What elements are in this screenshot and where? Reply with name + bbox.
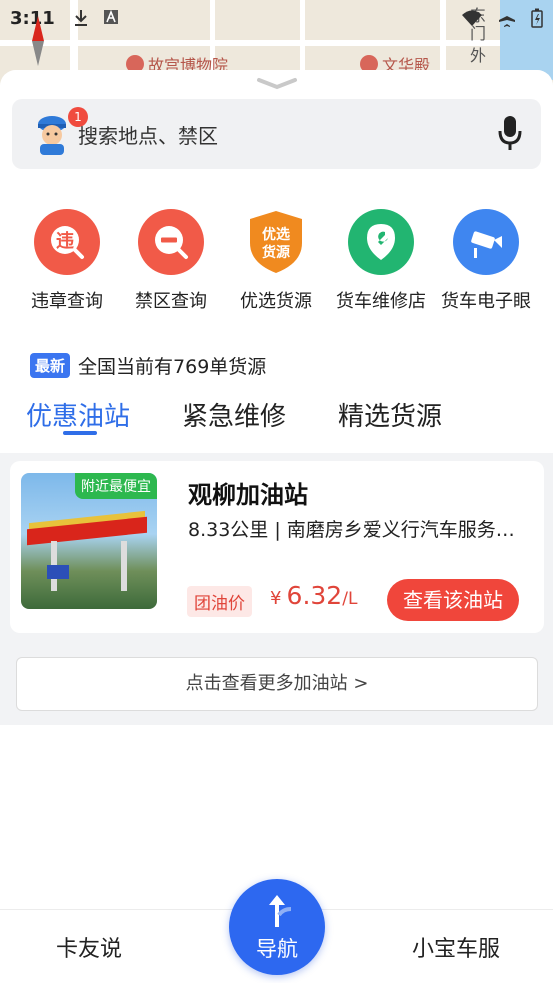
map-label: 外: [470, 46, 487, 65]
quick-action-repair-shop[interactable]: 货车维修店: [329, 209, 433, 313]
microphone-icon[interactable]: [498, 115, 522, 151]
panel-header-section: 1 搜索地点、禁区 违 违章查询 禁区查询 优选 货源 优选货源 货车维修店 货…: [0, 70, 553, 453]
fuel-price: ¥ 6.32/L: [270, 581, 357, 610]
airplane-mode-icon: [499, 9, 515, 27]
price-currency: ¥: [270, 588, 282, 609]
nav-xiaobao-service[interactable]: 小宝车服: [412, 931, 500, 963]
camera-icon: [453, 209, 519, 275]
quick-action-label: 违章查询: [31, 291, 103, 312]
quick-action-traffic-camera[interactable]: 货车电子眼: [434, 209, 538, 313]
wifi-icon: [462, 10, 482, 26]
svg-text:违: 违: [56, 230, 74, 252]
driver-avatar-icon[interactable]: [32, 111, 72, 155]
group-price-tag: 团油价: [187, 586, 252, 617]
photo-sign: [47, 565, 69, 579]
nav-truckers-talk[interactable]: 卡友说: [56, 931, 122, 963]
svg-text:优选: 优选: [262, 226, 290, 243]
sheet-handle-chevron-icon[interactable]: [255, 76, 299, 90]
cargo-shield-icon: 优选 货源: [243, 209, 309, 275]
tab-active-indicator: [63, 431, 97, 435]
navigation-label: 导航: [256, 937, 298, 961]
nearest-cheapest-badge: 附近最便宜: [75, 473, 157, 499]
tab-selected-cargo[interactable]: 精选货源: [338, 396, 442, 433]
news-tag: 最新: [30, 353, 71, 378]
search-placeholder: 搜索地点、禁区: [78, 124, 218, 148]
search-bar[interactable]: 1 搜索地点、禁区: [12, 99, 541, 169]
tab-emergency-repair[interactable]: 紧急维修: [182, 396, 286, 433]
repair-wrench-icon: [348, 209, 414, 275]
tab-discount-gas[interactable]: 优惠油站: [26, 396, 130, 433]
price-unit: /L: [342, 589, 358, 609]
more-stations-link[interactable]: 点击查看更多加油站 >: [16, 657, 538, 711]
news-ticker[interactable]: 最新 全国当前有769单货源: [30, 352, 266, 379]
font-a-icon: [103, 9, 118, 24]
tab-bar: 优惠油站 紧急维修 精选货源: [0, 396, 553, 446]
station-address: 8.33公里 | 南磨房乡爱义行汽车服务…: [188, 519, 515, 541]
quick-action-violation[interactable]: 违 违章查询: [15, 209, 119, 313]
battery-icon: [531, 8, 543, 28]
quick-action-restricted-zone[interactable]: 禁区查询: [119, 209, 223, 313]
photo-pillar: [121, 541, 127, 591]
violation-icon: 违: [34, 209, 100, 275]
quick-action-cargo[interactable]: 优选 货源 优选货源: [224, 209, 328, 313]
quick-action-label: 货车电子眼: [441, 291, 531, 312]
bottom-sheet: 1 搜索地点、禁区 违 违章查询 禁区查询 优选 货源 优选货源 货车维修店 货…: [0, 70, 553, 910]
view-station-button[interactable]: 查看该油站: [387, 579, 519, 621]
price-value: 6.32: [286, 581, 343, 610]
status-bar: 3:11: [0, 0, 553, 36]
compass-icon[interactable]: [30, 16, 46, 66]
navigation-button[interactable]: 导航: [229, 879, 325, 975]
gas-station-card[interactable]: 附近最便宜 观柳加油站 8.33公里 | 南磨房乡爱义行汽车服务… 团油价 ¥ …: [10, 461, 544, 633]
quick-action-label: 优选货源: [240, 291, 312, 312]
station-name: 观柳加油站: [188, 481, 308, 509]
quick-action-label: 禁区查询: [135, 291, 207, 312]
svg-text:货源: 货源: [261, 244, 290, 261]
restricted-zone-icon: [138, 209, 204, 275]
news-text: 全国当前有769单货源: [78, 356, 267, 378]
quick-action-label: 货车维修店: [336, 291, 426, 312]
station-photo: 附近最便宜: [21, 473, 157, 609]
turn-arrow-icon: [269, 895, 292, 927]
download-icon: [74, 10, 87, 26]
quick-actions: 违 违章查询 禁区查询 优选 货源 优选货源 货车维修店 货车电子眼: [0, 209, 553, 319]
